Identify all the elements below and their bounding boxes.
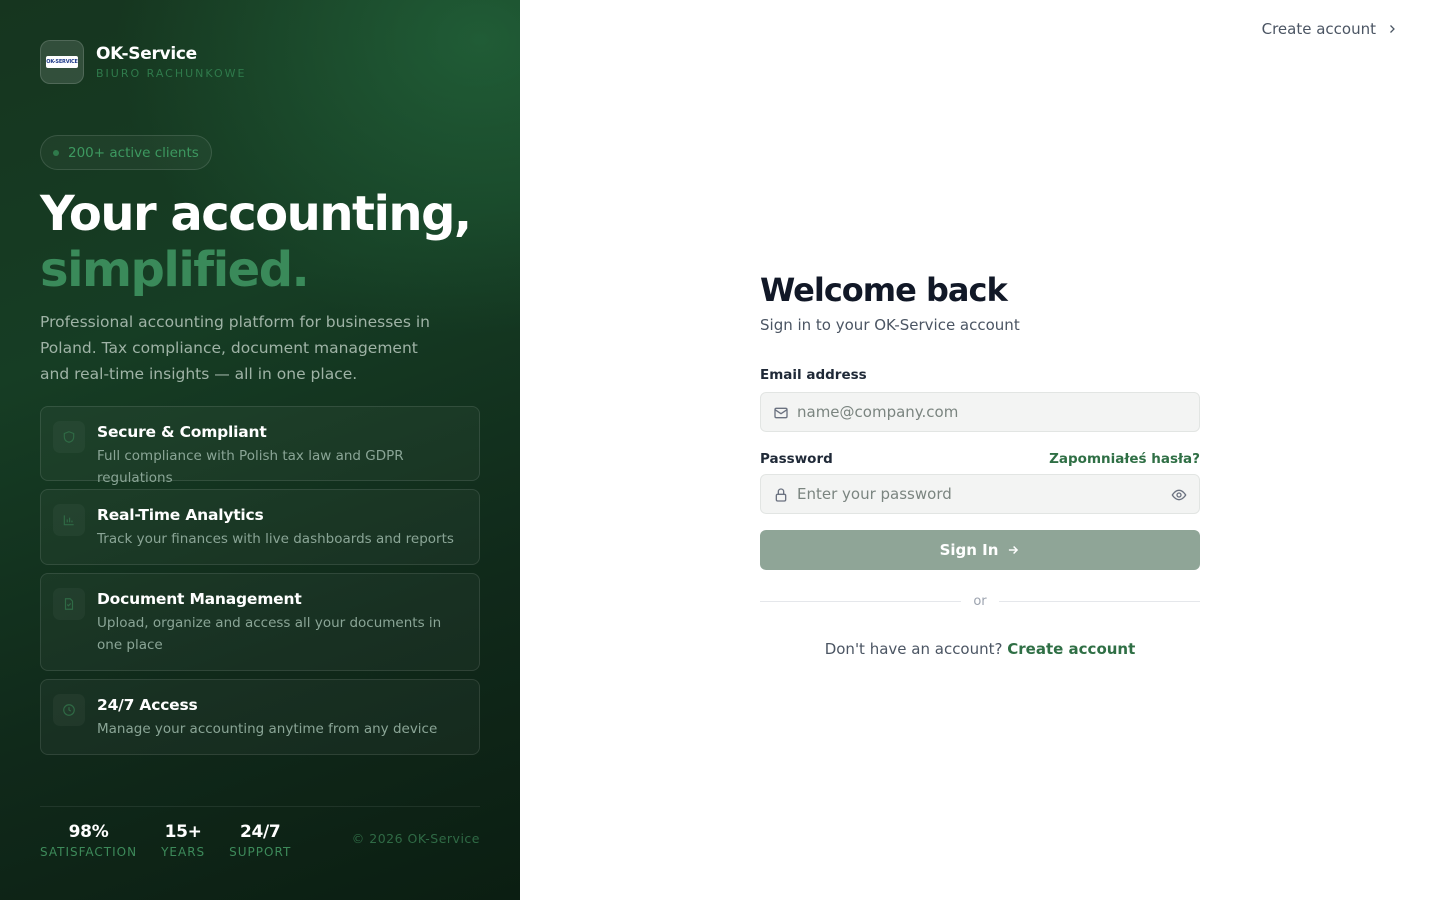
active-clients-badge: 200+ active clients xyxy=(40,135,212,170)
brand-panel: OK-SERVICE OK-Service BIURO RACHUNKOWE 2… xyxy=(0,0,520,900)
feature-card-secure: Secure & Compliant Full compliance with … xyxy=(40,406,480,486)
password-field-wrapper xyxy=(760,474,1200,514)
create-account-top-link[interactable]: Create account xyxy=(1262,18,1398,40)
signup-prompt-text: Don't have an account? xyxy=(824,640,1003,658)
create-account-top-label: Create account xyxy=(1261,20,1376,38)
document-icon xyxy=(53,588,85,620)
bar-chart-icon xyxy=(53,504,85,536)
email-field[interactable] xyxy=(761,393,1199,431)
hero-heading: Your accounting, simplified. xyxy=(40,186,472,298)
signup-prompt: Don't have an account? Create account xyxy=(760,640,1200,658)
feature-text: Track your finances with live dashboards… xyxy=(97,531,454,547)
chevron-right-icon xyxy=(1386,23,1398,35)
email-field-wrapper xyxy=(760,392,1200,432)
page-subtitle: Sign in to your OK-Service account xyxy=(760,316,1020,334)
feature-title: Real-Time Analytics xyxy=(97,506,264,524)
stat-satisfaction: 98% SATISFACTION xyxy=(40,821,137,860)
stat-label: SUPPORT xyxy=(229,845,292,859)
badge-label: 200+ active clients xyxy=(68,144,199,161)
brand-subtitle: BIURO RACHUNKOWE xyxy=(96,67,247,80)
feature-card-access: 24/7 Access Manage your accounting anyti… xyxy=(40,679,480,755)
brand: OK-SERVICE OK-Service BIURO RACHUNKOWE xyxy=(40,40,247,84)
lock-icon xyxy=(773,487,789,503)
stat-value: 24/7 xyxy=(239,822,281,842)
password-label: Password xyxy=(760,451,833,467)
stat-support: 24/7 SUPPORT xyxy=(229,821,291,860)
sign-in-label: Sign In xyxy=(939,541,999,559)
login-form: Welcome back Sign in to your OK-Service … xyxy=(760,270,1200,658)
feature-title: Secure & Compliant xyxy=(97,423,267,441)
email-label: Email address xyxy=(760,367,867,383)
stat-years: 15+ YEARS xyxy=(161,821,205,860)
hero-title-line2: simplified. xyxy=(40,242,310,298)
page-title: Welcome back xyxy=(760,271,1008,309)
mail-icon xyxy=(773,405,789,421)
password-field[interactable] xyxy=(761,475,1199,513)
stat-value: 98% xyxy=(68,822,109,842)
feature-text: Upload, organize and access all your doc… xyxy=(97,615,442,653)
footer-divider xyxy=(40,806,480,807)
arrow-right-icon xyxy=(1006,543,1020,557)
create-account-link[interactable]: Create account xyxy=(1007,640,1135,658)
hero-title-line1: Your accounting, xyxy=(40,186,472,242)
divider-text: or xyxy=(973,594,987,609)
forgot-password-link[interactable]: Zapomniałeś hasła? xyxy=(1049,451,1200,467)
stats-row: 98% SATISFACTION 15+ YEARS 24/7 SUPPORT xyxy=(40,821,315,860)
feature-card-analytics: Real-Time Analytics Track your finances … xyxy=(40,489,480,565)
brand-name: OK-Service xyxy=(96,44,197,64)
feature-text: Manage your accounting anytime from any … xyxy=(97,721,438,737)
shield-icon xyxy=(53,421,85,453)
stat-label: SATISFACTION xyxy=(40,845,138,859)
hero-description: Professional accounting platform for bus… xyxy=(40,313,430,383)
feature-text: Full compliance with Polish tax law and … xyxy=(97,448,404,486)
status-dot-icon xyxy=(53,149,59,156)
sign-in-button[interactable]: Sign In xyxy=(760,530,1200,570)
show-password-icon[interactable] xyxy=(1171,487,1187,503)
feature-list: Secure & Compliant Full compliance with … xyxy=(40,406,480,763)
brand-logo: OK-SERVICE xyxy=(40,40,84,84)
feature-title: Document Management xyxy=(97,590,302,608)
logo-text: OK-SERVICE xyxy=(46,56,78,68)
stat-label: YEARS xyxy=(161,845,206,859)
feature-card-documents: Document Management Upload, organize and… xyxy=(40,573,480,671)
or-divider: or xyxy=(760,594,1200,609)
clock-icon xyxy=(53,694,85,726)
feature-title: 24/7 Access xyxy=(97,696,198,714)
stat-value: 15+ xyxy=(164,822,202,842)
copyright: © 2026 OK-Service xyxy=(351,831,480,846)
